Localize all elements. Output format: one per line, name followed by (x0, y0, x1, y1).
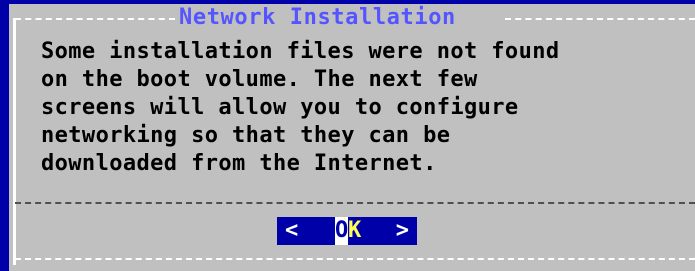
ok-hotkey-char: O (335, 217, 349, 245)
message-line: downloaded from the Internet. (41, 151, 437, 176)
button-right-bracket: > (395, 218, 409, 243)
dialog-top-border-right (505, 18, 695, 20)
dialog-bottom-border (15, 258, 695, 260)
dialog-top-border-left (15, 18, 175, 20)
message-line: networking so that they can be (41, 123, 451, 148)
button-area-separator (15, 202, 695, 204)
dialog-left-border (13, 18, 16, 265)
console-screen: Network Installation Some installation f… (0, 0, 695, 271)
message-line: Some installation files were not found (41, 39, 560, 64)
dialog-message: Some installation files were not found o… (41, 38, 691, 178)
ok-button[interactable]: < OK > (277, 217, 417, 245)
ok-button-label: OK (335, 217, 361, 245)
ok-rest-char: K (348, 218, 362, 243)
message-line: on the boot volume. The next few (41, 67, 478, 92)
dialog-title: Network Installation (179, 5, 456, 30)
network-installation-dialog: Network Installation Some installation f… (9, 4, 695, 271)
button-left-bracket: < (285, 218, 299, 243)
message-line: screens will allow you to configure (41, 95, 519, 120)
